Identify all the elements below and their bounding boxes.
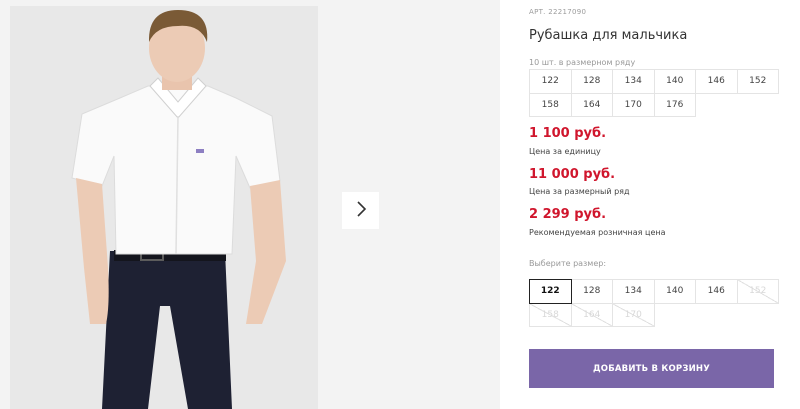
pack-note: 10 шт. в размерном ряду xyxy=(529,58,636,67)
size-option-158: 158 xyxy=(529,302,572,327)
size-option-152: 152 xyxy=(736,279,779,304)
chevron-right-icon xyxy=(355,200,367,221)
size-selector-label: Выберите размер: xyxy=(529,259,607,268)
pack-price: 11 000 руб. xyxy=(529,167,616,182)
size-option-140[interactable]: 140 xyxy=(653,279,696,304)
product-gallery xyxy=(0,0,500,409)
pack-size-cell: 158 xyxy=(529,92,572,117)
pack-size-cell: 146 xyxy=(695,69,738,94)
size-option-146[interactable]: 146 xyxy=(695,279,738,304)
size-option-122[interactable]: 122 xyxy=(529,279,572,304)
product-title: Рубашка для мальчика xyxy=(529,28,688,43)
pack-size-cell: 170 xyxy=(612,92,655,117)
size-option-170: 170 xyxy=(612,302,655,327)
pack-size-cell: 134 xyxy=(612,69,655,94)
add-to-cart-button[interactable]: ДОБАВИТЬ В КОРЗИНУ xyxy=(529,349,774,388)
unit-price: 1 100 руб. xyxy=(529,126,607,141)
pack-price-label: Цена за размерный ряд xyxy=(529,187,630,196)
pack-size-grid: 122 128 134 140 146 152 158 164 170 176 xyxy=(529,69,779,117)
product-photo xyxy=(10,6,318,409)
unit-price-label: Цена за единицу xyxy=(529,147,601,156)
retail-price: 2 299 руб. xyxy=(529,207,607,222)
pack-size-cell: 164 xyxy=(570,92,613,117)
size-option-128[interactable]: 128 xyxy=(570,279,613,304)
retail-price-label: Рекомендуемая розничная цена xyxy=(529,228,666,237)
pack-size-cell: 152 xyxy=(736,69,779,94)
pack-size-cell: 176 xyxy=(653,92,696,117)
pack-size-cell: 128 xyxy=(570,69,613,94)
size-option-134[interactable]: 134 xyxy=(612,279,655,304)
size-selector-grid: 122 128 134 140 146 152 158 164 170 xyxy=(529,279,779,327)
pack-size-cell: 140 xyxy=(653,69,696,94)
gallery-next-button[interactable] xyxy=(342,192,379,229)
product-sku: АРТ. 22217090 xyxy=(529,8,587,16)
pack-size-cell: 122 xyxy=(529,69,572,94)
size-option-164: 164 xyxy=(570,302,613,327)
